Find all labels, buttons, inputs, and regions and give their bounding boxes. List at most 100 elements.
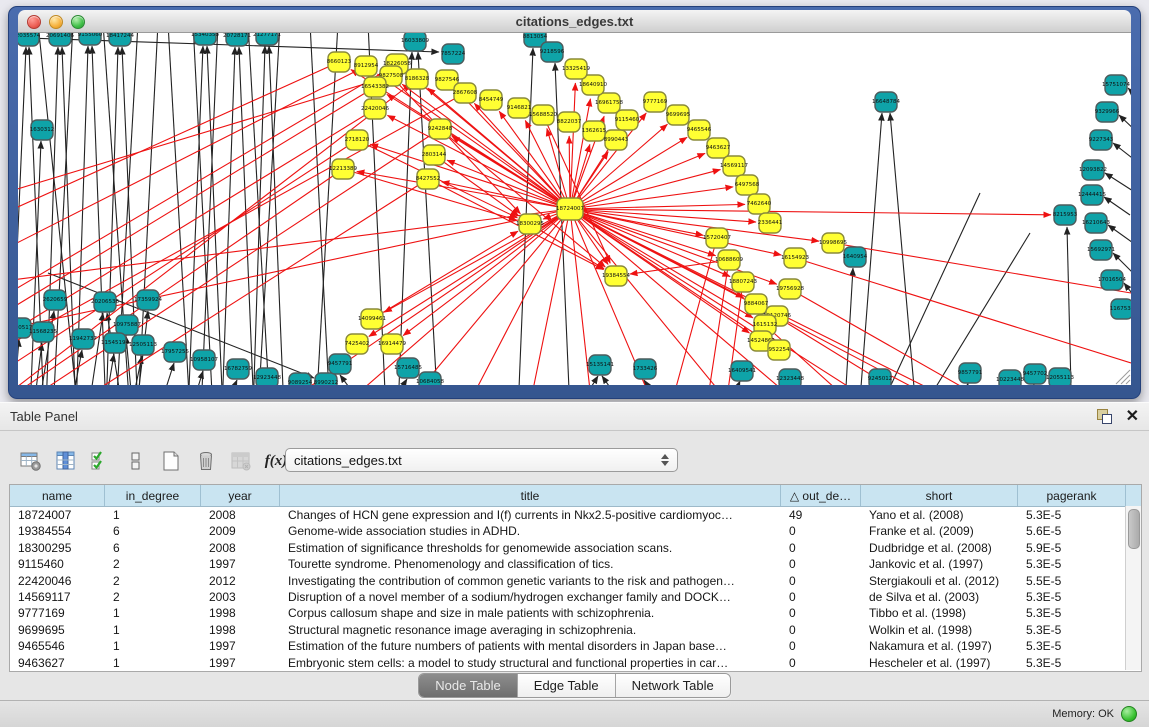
graph-node[interactable]: 1640954: [843, 247, 868, 267]
graph-node[interactable]: 8454749: [479, 90, 504, 110]
graph-node[interactable]: 9115460: [615, 110, 640, 130]
minimize-window-button[interactable]: [49, 15, 63, 29]
graph-node[interactable]: 16648784: [872, 92, 900, 112]
graph-node[interactable]: 15751074: [1102, 75, 1130, 95]
graph-node[interactable]: 16409541: [728, 361, 756, 381]
graph-node[interactable]: 19384554: [602, 266, 630, 286]
table-row[interactable]: 2242004622012Investigating the contribut…: [10, 573, 1141, 589]
table-row[interactable]: 946362711997Embryonic stem cells: a mode…: [10, 655, 1141, 671]
graph-node[interactable]: 17359924: [134, 290, 162, 310]
resize-grip-icon[interactable]: [1116, 370, 1130, 384]
graph-node[interactable]: 1733426: [633, 359, 658, 379]
graph-node[interactable]: 9227343: [1089, 130, 1114, 150]
column-header-out_de[interactable]: △ out_de…: [781, 485, 861, 506]
graph-node[interactable]: 10998695: [819, 233, 847, 253]
graph-node[interactable]: 10223448: [996, 370, 1024, 385]
graph-node[interactable]: 7462640: [747, 194, 772, 214]
float-panel-icon[interactable]: [1097, 409, 1112, 424]
graph-node[interactable]: 11545194: [101, 333, 129, 353]
table-row[interactable]: 1872400712008Changes of HCN gene express…: [10, 507, 1141, 523]
table-row[interactable]: 1938455462009Genome-wide association stu…: [10, 523, 1141, 539]
graph-node[interactable]: 16033809: [401, 33, 429, 51]
graph-node[interactable]: 6497568: [735, 175, 760, 195]
graph-node[interactable]: 8990212: [314, 373, 339, 385]
graph-node[interactable]: 8186328: [405, 69, 430, 89]
unselect-all-columns-icon[interactable]: [123, 448, 149, 474]
network-canvas[interactable]: 2035574206914069155060184172441534035820…: [18, 33, 1131, 385]
table-row[interactable]: 977716911998Corpus callosum shape and si…: [10, 605, 1141, 621]
graph-node[interactable]: 7857224: [441, 44, 466, 64]
graph-node[interactable]: 15716485: [394, 358, 422, 378]
zoom-window-button[interactable]: [71, 15, 85, 29]
graph-node[interactable]: 12213389: [329, 159, 357, 179]
column-header-year[interactable]: year: [201, 485, 280, 506]
close-panel-icon[interactable]: ✕: [1126, 409, 1139, 425]
table-row[interactable]: 1456911722003Disruption of a novel membe…: [10, 589, 1141, 605]
graph-node[interactable]: 2867608: [453, 83, 478, 103]
scrollbar-thumb[interactable]: [1128, 509, 1140, 549]
graph-node[interactable]: 16154923: [781, 248, 809, 268]
graph-node[interactable]: 11942737: [69, 329, 97, 349]
graph-node[interactable]: 8912954: [354, 56, 379, 76]
graph-node[interactable]: 16782759: [224, 359, 252, 379]
graph-node[interactable]: 2620659: [43, 290, 68, 310]
graph-node[interactable]: 12093822: [1079, 160, 1107, 180]
graph-node[interactable]: 19756928: [776, 279, 804, 299]
graph-node[interactable]: 20691406: [46, 33, 74, 46]
graph-node[interactable]: 2336441: [758, 213, 783, 233]
graph-node-hub[interactable]: 18724007: [556, 198, 584, 220]
graph-node[interactable]: 9146821: [507, 98, 532, 118]
graph-node[interactable]: 11568235: [29, 322, 57, 342]
graph-node[interactable]: 8215953: [1053, 205, 1078, 225]
graph-node[interactable]: 22420046: [361, 99, 389, 119]
graph-node[interactable]: 21277171: [253, 33, 281, 45]
graph-node[interactable]: 16914479: [378, 334, 406, 354]
graph-node[interactable]: 8427552: [416, 169, 441, 189]
column-header-in_degree[interactable]: in_degree: [105, 485, 201, 506]
graph-node[interactable]: 9857791: [958, 363, 983, 383]
graph-node[interactable]: 13325419: [562, 59, 590, 79]
trash-icon[interactable]: [193, 448, 219, 474]
graph-node[interactable]: 9245012: [868, 369, 893, 385]
table-row[interactable]: 911546021997Tourette syndrome. Phenomeno…: [10, 556, 1141, 572]
graph-node[interactable]: 1630312: [30, 120, 55, 140]
table-scrollbar[interactable]: [1125, 506, 1141, 670]
graph-node[interactable]: 8822037: [557, 112, 582, 132]
graph-node[interactable]: 9699695: [666, 105, 691, 125]
graph-node[interactable]: 9777169: [643, 92, 668, 112]
show-column-icon[interactable]: [53, 448, 79, 474]
graph-node[interactable]: 15135141: [586, 355, 614, 375]
graph-node[interactable]: 2718120: [345, 130, 370, 150]
graph-node[interactable]: 952254: [768, 340, 790, 360]
graph-node[interactable]: 9218596: [540, 42, 565, 62]
table-row[interactable]: 1830029562008Estimation of significance …: [10, 540, 1141, 556]
memory-status-indicator[interactable]: [1121, 706, 1137, 722]
graph-node[interactable]: 20206536: [91, 292, 119, 312]
graph-node[interactable]: 9463627: [706, 138, 731, 158]
table-row[interactable]: 946554611997Estimation of the future num…: [10, 638, 1141, 654]
graph-node[interactable]: 7425402: [345, 334, 370, 354]
graph-node[interactable]: 12323448: [776, 369, 804, 385]
graph-node[interactable]: 9089254: [288, 373, 313, 385]
table-selector-dropdown[interactable]: citations_edges.txt: [285, 448, 678, 472]
graph-node[interactable]: 15688520: [529, 105, 557, 125]
graph-node[interactable]: 18300295: [516, 214, 544, 234]
graph-node[interactable]: 12923448: [253, 368, 281, 385]
graph-node[interactable]: 9242848: [428, 119, 453, 139]
column-header-pagerank[interactable]: pagerank: [1018, 485, 1126, 506]
graph-node[interactable]: 12055113: [1046, 368, 1074, 385]
graph-node[interactable]: 16210643: [1082, 213, 1110, 233]
graph-node[interactable]: 8660123: [327, 52, 352, 72]
graph-node[interactable]: 10688609: [715, 250, 743, 270]
tab-node-table[interactable]: Node Table: [419, 674, 518, 697]
graph-node[interactable]: 10684058: [416, 372, 444, 385]
graph-node[interactable]: 9465546: [687, 120, 712, 140]
column-header-short[interactable]: short: [861, 485, 1018, 506]
graph-node[interactable]: 18807243: [729, 272, 757, 292]
select-all-columns-icon[interactable]: [88, 448, 114, 474]
close-window-button[interactable]: [27, 15, 41, 29]
column-header-title[interactable]: title: [280, 485, 781, 506]
graph-node[interactable]: 15720407: [703, 228, 731, 248]
graph-node[interactable]: 1167531: [1110, 299, 1131, 319]
graph-node[interactable]: 12444415: [1078, 185, 1106, 205]
